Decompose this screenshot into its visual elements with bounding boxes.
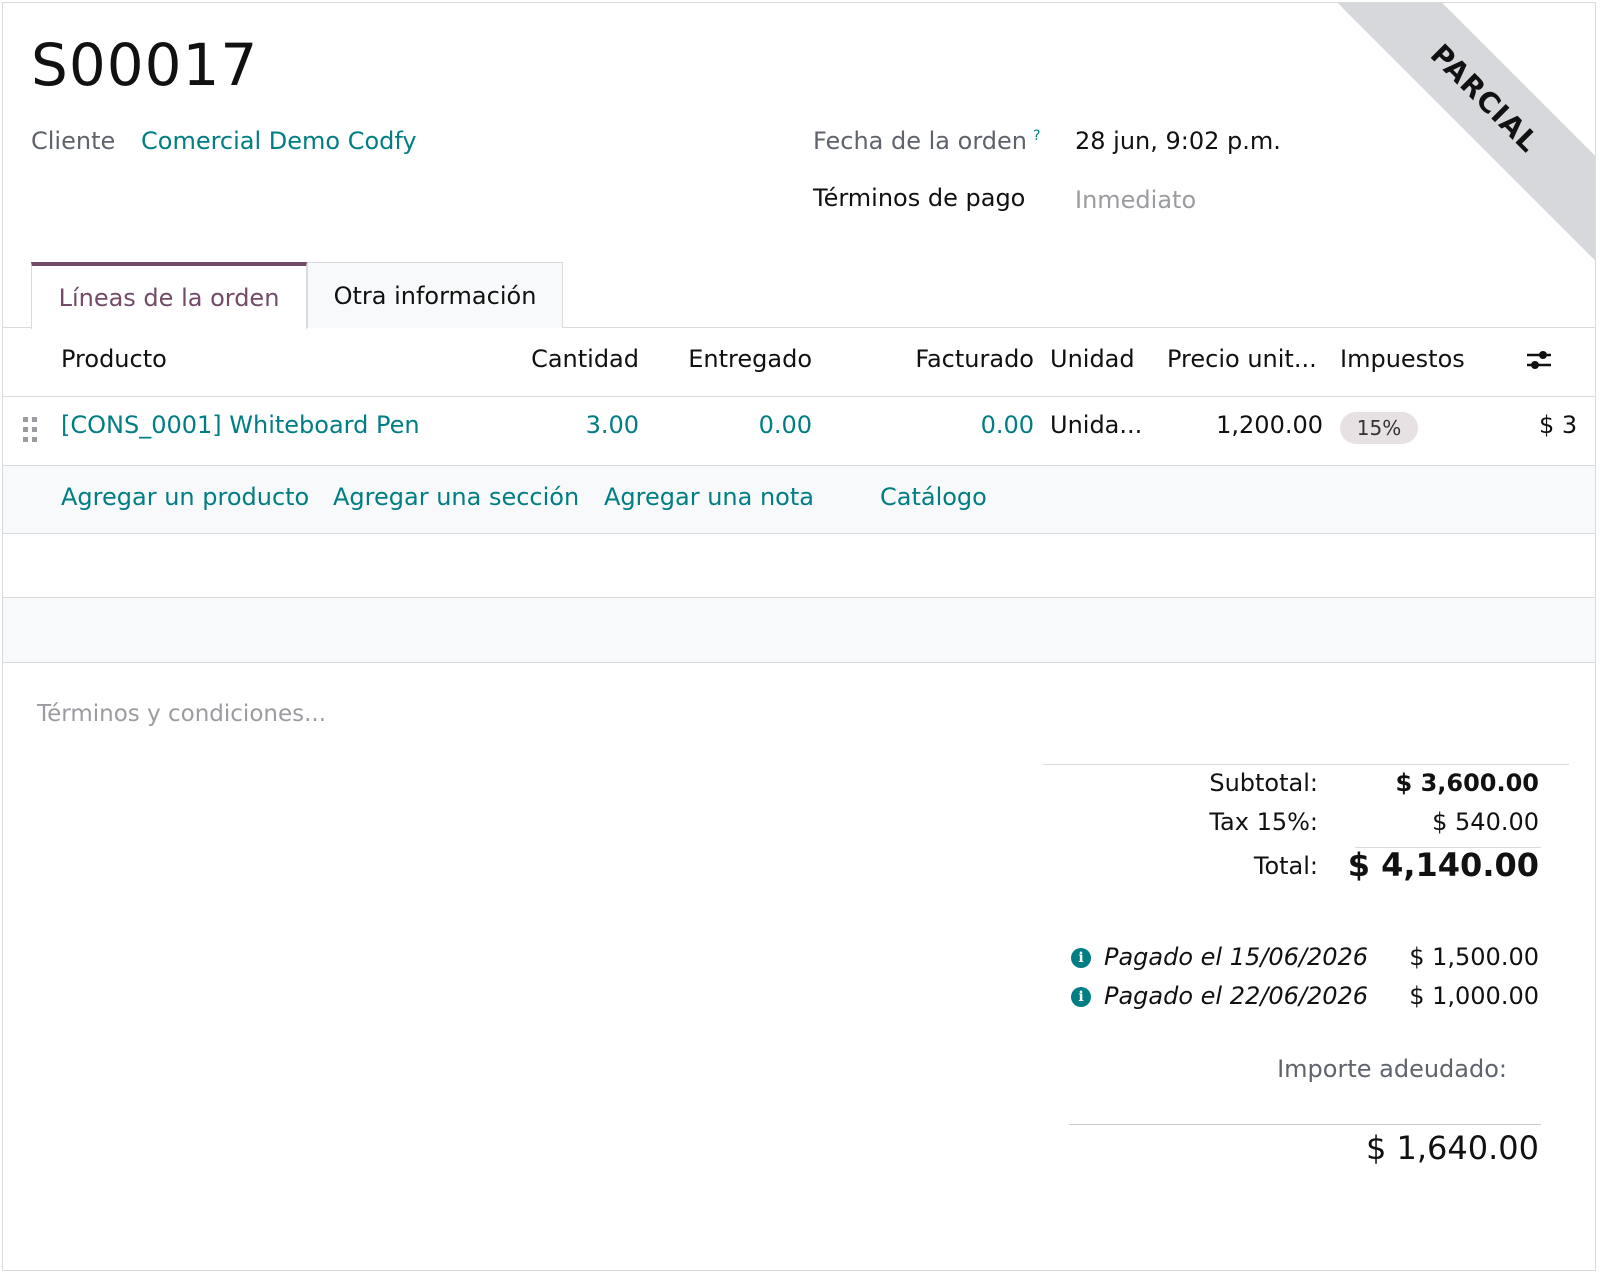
amount-due-label: Importe adeudado:	[1277, 1055, 1507, 1083]
column-header-product[interactable]: Producto	[61, 345, 167, 373]
line-product[interactable]: [CONS_0001] Whiteboard Pen	[61, 411, 420, 439]
header-divider	[3, 396, 1595, 397]
tax-value: $ 540.00	[1432, 808, 1539, 836]
status-ribbon: PARCIAL	[1310, 3, 1595, 273]
subtotal-value: $ 3,600.00	[1395, 769, 1539, 797]
catalog-link[interactable]: Catálogo	[880, 483, 987, 511]
amount-due-divider	[1069, 1124, 1541, 1125]
sliders-icon[interactable]	[1525, 346, 1553, 374]
customer-label: Cliente	[31, 127, 116, 155]
subtotal-label: Subtotal:	[1209, 769, 1318, 797]
tab-other-info[interactable]: Otra información	[307, 262, 563, 328]
line-subtotal: $ 3	[1539, 411, 1578, 439]
help-tooltip-icon[interactable]: ?	[1033, 128, 1040, 144]
order-date-label: Fecha de la orden?	[813, 127, 1040, 155]
add-product-link[interactable]: Agregar un producto	[61, 483, 309, 511]
line-quantity[interactable]: 3.00	[503, 411, 639, 439]
customer-field[interactable]: Comercial Demo Codfy	[141, 127, 417, 155]
payment-label: Pagado el 15/06/2026	[1104, 943, 1369, 971]
column-header-unit-price[interactable]: Precio unit...	[1167, 345, 1317, 373]
drag-handle-icon[interactable]	[23, 417, 41, 443]
line-unit-price[interactable]: 1,200.00	[1167, 411, 1323, 439]
page-title: S00017	[31, 31, 259, 99]
order-date-field[interactable]: 28 jun, 9:02 p.m.	[1075, 127, 1281, 155]
tax-badge[interactable]: 15%	[1340, 412, 1418, 444]
line-delivered[interactable]: 0.00	[663, 411, 812, 439]
info-icon[interactable]: i	[1071, 948, 1091, 968]
payment-label: Pagado el 22/06/2026	[1104, 982, 1369, 1010]
tab-order-lines[interactable]: Líneas de la orden	[31, 262, 307, 329]
payment-amount: $ 1,500.00	[1409, 943, 1539, 971]
line-invoiced[interactable]: 0.00	[883, 411, 1034, 439]
total-value: $ 4,140.00	[1347, 846, 1539, 884]
column-header-delivered[interactable]: Entregado	[663, 345, 812, 373]
column-header-taxes[interactable]: Impuestos	[1340, 345, 1465, 373]
total-label: Total:	[1253, 852, 1318, 880]
payment-amount: $ 1,000.00	[1409, 982, 1539, 1010]
terms-and-conditions-field[interactable]: Términos y condiciones...	[37, 701, 326, 727]
amount-due-value: $ 1,640.00	[1365, 1129, 1539, 1167]
payment-terms-field[interactable]: Inmediato	[1075, 186, 1196, 214]
payment-terms-label: Términos de pago	[813, 184, 1026, 212]
order-date-label-text: Fecha de la orden	[813, 127, 1027, 155]
add-section-link[interactable]: Agregar una sección	[333, 483, 579, 511]
line-uom[interactable]: Unida...	[1050, 411, 1142, 439]
add-note-link[interactable]: Agregar una nota	[604, 483, 814, 511]
empty-row	[3, 598, 1595, 662]
totals-top-divider	[1043, 764, 1569, 765]
column-header-invoiced[interactable]: Facturado	[883, 345, 1034, 373]
column-header-uom[interactable]: Unidad	[1050, 345, 1135, 373]
info-icon[interactable]: i	[1071, 987, 1091, 1007]
row-divider	[3, 533, 1595, 534]
tax-label: Tax 15%:	[1209, 808, 1318, 836]
sale-order-form: PARCIAL S00017 Cliente Comercial Demo Co…	[2, 2, 1596, 1271]
table-bottom-divider	[3, 662, 1595, 663]
column-header-quantity[interactable]: Cantidad	[503, 345, 639, 373]
